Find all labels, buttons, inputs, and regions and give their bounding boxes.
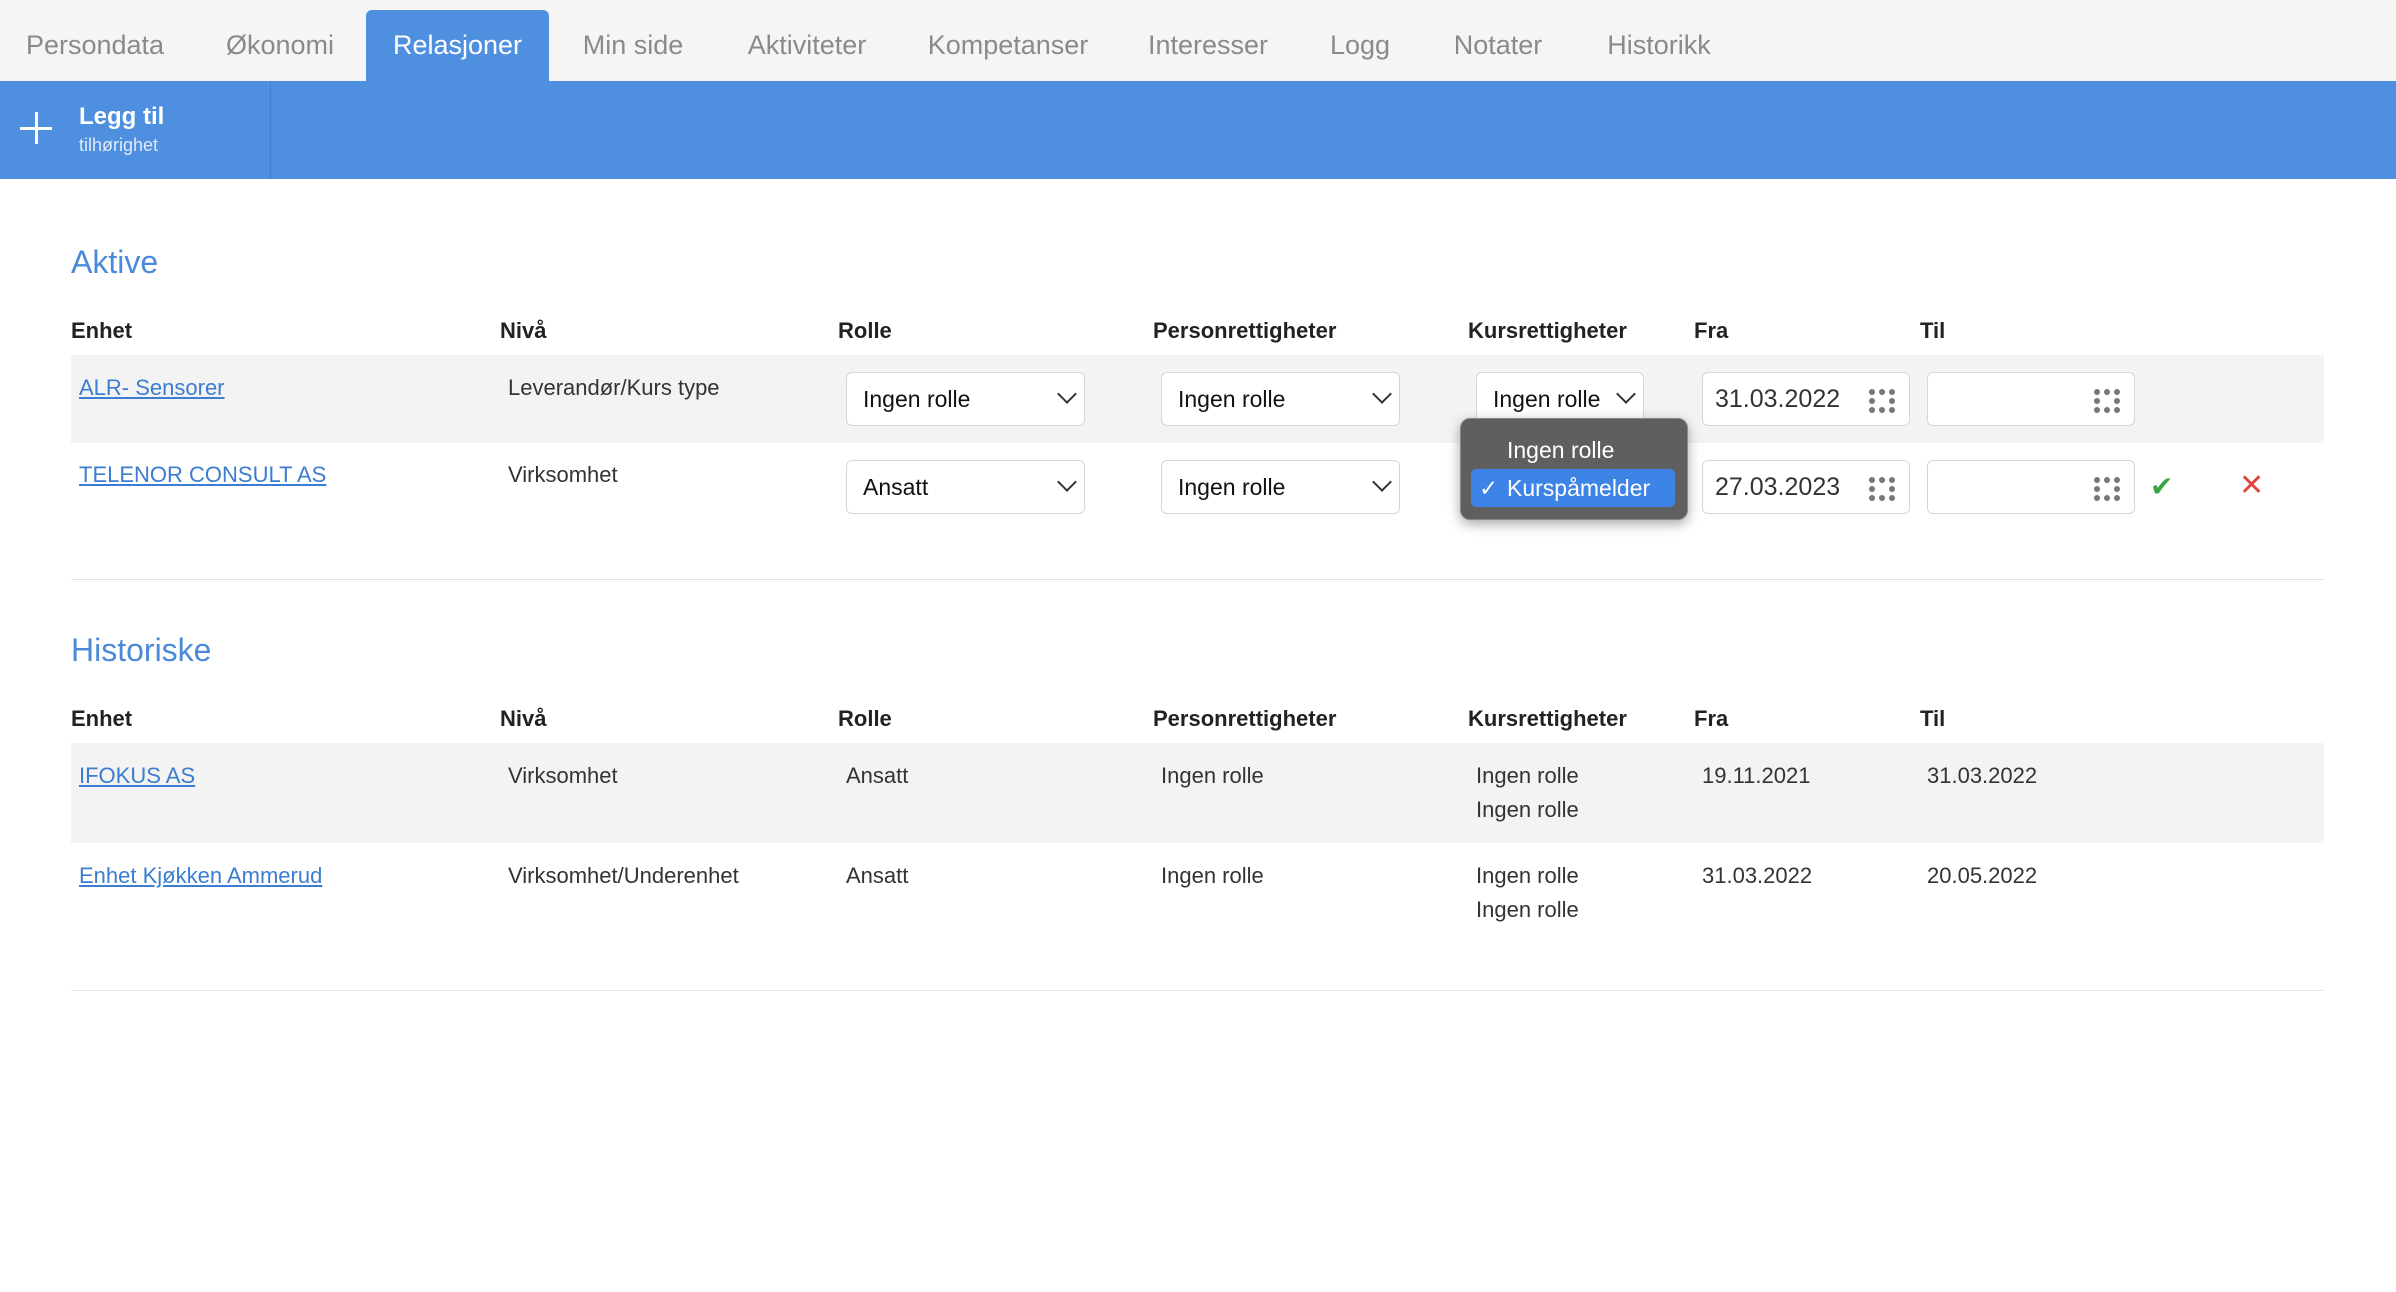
personrettigheter-text: Ingen rolle [1161,863,1264,888]
til-text: 20.05.2022 [1927,863,2038,888]
tab-notater[interactable]: Notater [1442,10,1554,81]
dropdown-option-selected[interactable]: ✓ Kurspåmelder [1471,469,1675,507]
section-divider [71,990,2324,991]
kursrettigheter-text: Ingen rolle [1476,863,1579,888]
table-row [71,743,2324,843]
niva-text: Virksomhet [508,763,618,788]
personrettigheter-select-value: Ingen rolle [1178,386,1286,412]
toolbar: Legg til tilhørighet [0,81,2396,179]
kursrettigheter-text: Ingen rolle [1476,763,1579,788]
tab-min-side[interactable]: Min side [568,10,698,81]
niva-text: Virksomhet/Underenhet [508,863,739,888]
col-rolle: Rolle [838,318,892,343]
check-icon[interactable]: ✔ [2150,470,2173,503]
enhet-link[interactable]: ALR- Sensorer [79,375,225,401]
calendar-icon[interactable] [1869,389,1895,413]
rolle-text: Ansatt [846,763,909,788]
section-title-aktive: Aktive [71,244,159,280]
col-fra: Fra [1694,318,1729,343]
col-til: Til [1920,706,1946,731]
chevron-down-icon [1057,384,1077,404]
fra-date-value: 31.03.2022 [1715,385,1841,413]
niva-text: Leverandør/Kurs type [508,375,720,400]
enhet-link[interactable]: IFOKUS AS [79,763,195,789]
kursrettigheter-text: Ingen rolle [1476,897,1579,922]
section-divider [71,579,2324,580]
tab-relasjoner[interactable]: Relasjoner [366,10,549,81]
chevron-down-icon [1057,472,1077,492]
tab-aktiviteter[interactable]: Aktiviteter [732,10,882,81]
calendar-icon[interactable] [2094,389,2120,413]
rolle-select-value: Ansatt [863,474,929,500]
tab-okonomi[interactable]: Økonomi [200,10,360,81]
fra-date-input[interactable]: 27.03.2023 [1702,460,1910,514]
rolle-select[interactable]: Ansatt [846,460,1085,514]
col-personrettigheter: Personrettigheter [1153,706,1337,731]
til-date-input[interactable] [1927,372,2135,426]
checkmark-icon: ✓ [1479,475,1499,501]
col-fra: Fra [1694,706,1729,731]
section-title-historiske: Historiske [71,632,212,668]
tab-historikk[interactable]: Historikk [1598,10,1720,81]
til-text: 31.03.2022 [1927,763,2038,788]
calendar-icon[interactable] [2094,477,2120,501]
dropdown-option-label: Kurspåmelder [1507,475,1651,501]
col-niva: Nivå [500,706,547,731]
personrettigheter-select[interactable]: Ingen rolle [1161,460,1400,514]
dropdown-option-label: Ingen rolle [1507,437,1615,463]
rolle-select[interactable]: Ingen rolle [846,372,1085,426]
col-enhet: Enhet [71,318,133,343]
personrettigheter-select-value: Ingen rolle [1178,474,1286,500]
fra-date-value: 27.03.2023 [1715,473,1841,501]
fra-date-input[interactable]: 31.03.2022 [1702,372,1910,426]
col-enhet: Enhet [71,706,133,731]
kursrettigheter-text: Ingen rolle [1476,797,1579,822]
tab-logg[interactable]: Logg [1312,10,1408,81]
calendar-icon[interactable] [1869,477,1895,501]
col-rolle: Rolle [838,706,892,731]
chevron-down-icon [1372,384,1392,404]
chevron-down-icon [1616,384,1636,404]
rolle-text: Ansatt [846,863,909,888]
til-date-input[interactable] [1927,460,2135,514]
col-kursrettigheter: Kursrettigheter [1468,706,1627,731]
personrettigheter-select[interactable]: Ingen rolle [1161,372,1400,426]
tab-interesser[interactable]: Interesser [1140,10,1276,81]
close-icon[interactable]: ✕ [2239,468,2264,503]
col-niva: Nivå [500,318,547,343]
rolle-select-value: Ingen rolle [863,386,971,412]
add-button-subtitle: tilhørighet [79,135,159,155]
add-button-title: Legg til [79,103,165,130]
col-personrettigheter: Personrettigheter [1153,318,1337,343]
chevron-down-icon [1372,472,1392,492]
kursrettigheter-select-value: Ingen rolle [1493,386,1601,412]
add-affiliation-button[interactable]: Legg til tilhørighet [0,81,271,179]
tab-persondata[interactable]: Persondata [10,10,180,81]
niva-text: Virksomhet [508,462,618,487]
kursrettigheter-dropdown-menu: Ingen rolle ✓ Kurspåmelder [1460,418,1688,520]
plus-icon [20,112,52,144]
col-kursrettigheter: Kursrettigheter [1468,318,1627,343]
fra-text: 31.03.2022 [1702,863,1813,888]
tab-bar: Persondata Økonomi Relasjoner Min side A… [0,0,2396,81]
tab-kompetanser[interactable]: Kompetanser [918,10,1098,81]
dropdown-option[interactable]: Ingen rolle [1471,431,1675,469]
personrettigheter-text: Ingen rolle [1161,763,1264,788]
col-til: Til [1920,318,1946,343]
enhet-link[interactable]: Enhet Kjøkken Ammerud [79,863,322,889]
fra-text: 19.11.2021 [1702,763,1811,788]
enhet-link[interactable]: TELENOR CONSULT AS [79,462,326,488]
